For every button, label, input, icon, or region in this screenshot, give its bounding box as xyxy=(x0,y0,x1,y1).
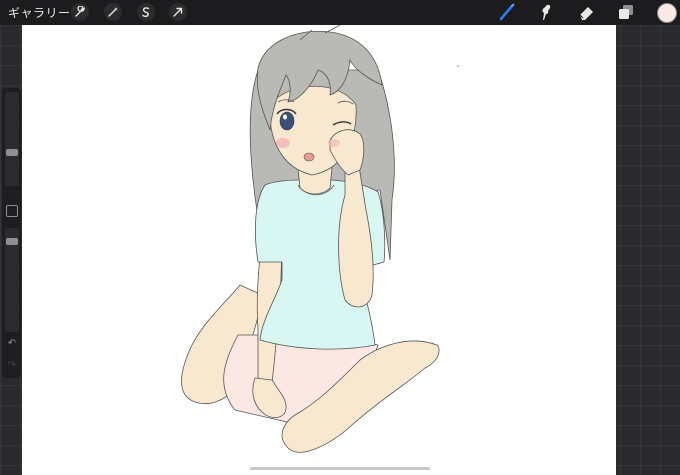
anime-girl-illustration xyxy=(181,25,459,453)
opacity-thumb[interactable] xyxy=(6,238,18,245)
redo-icon[interactable]: ↷ xyxy=(5,360,19,371)
undo-icon[interactable]: ↶ xyxy=(5,338,19,349)
home-indicator xyxy=(250,467,430,470)
transform-arrow-icon[interactable] xyxy=(169,3,187,21)
magic-wand-icon[interactable] xyxy=(104,3,122,21)
color-swatch[interactable] xyxy=(657,3,677,23)
brush-size-thumb[interactable] xyxy=(6,149,18,156)
top-toolbar: ギャラリー xyxy=(0,0,680,25)
selection-icon[interactable] xyxy=(137,3,155,21)
wrench-icon[interactable] xyxy=(71,3,89,21)
gallery-button[interactable]: ギャラリー xyxy=(8,4,71,21)
modify-button[interactable] xyxy=(6,205,18,217)
drawing-canvas[interactable] xyxy=(22,25,616,475)
layers-icon[interactable] xyxy=(615,2,637,22)
smudge-icon[interactable] xyxy=(535,2,557,22)
eraser-icon[interactable] xyxy=(576,2,598,22)
brush-icon[interactable] xyxy=(496,2,518,22)
brush-size-slider[interactable] xyxy=(5,92,19,186)
brush-sidebar: ↶ ↷ xyxy=(2,88,21,378)
opacity-slider[interactable] xyxy=(5,228,19,332)
